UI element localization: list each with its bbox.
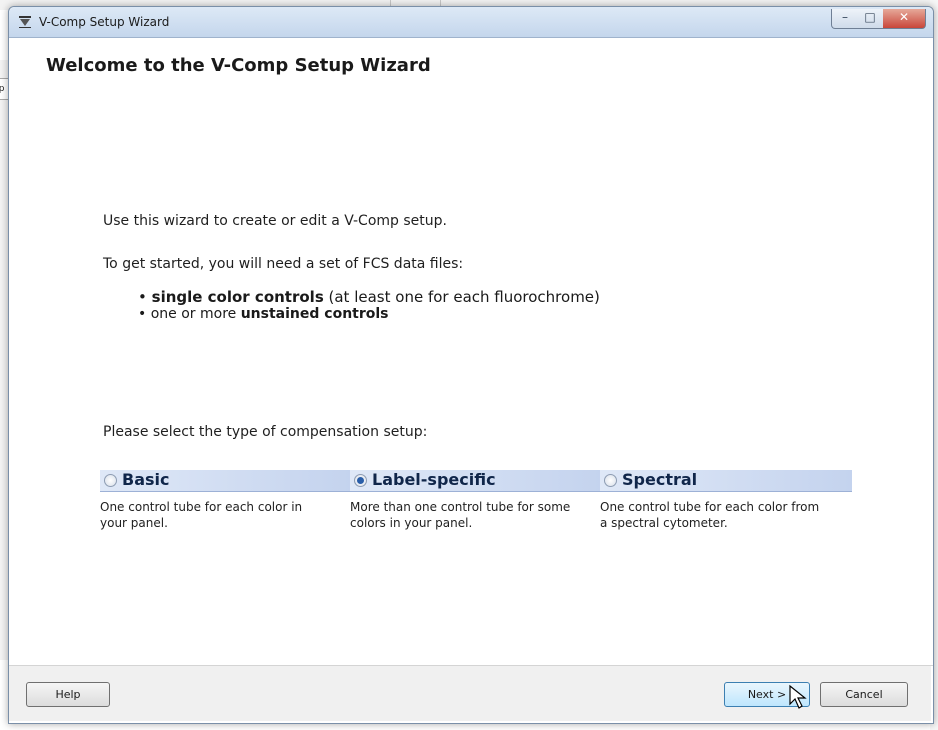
option-basic[interactable]: Basic One control tube for each color in… bbox=[100, 470, 352, 531]
mouse-cursor-icon bbox=[789, 684, 807, 709]
radio-label-specific[interactable] bbox=[354, 474, 367, 487]
option-label[interactable]: Basic bbox=[122, 470, 169, 489]
option-header[interactable]: Label-specific bbox=[350, 470, 602, 492]
page-title: Welcome to the V-Comp Setup Wizard bbox=[46, 55, 431, 76]
option-description: More than one control tube for some colo… bbox=[350, 500, 571, 530]
window-title: V-Comp Setup Wizard bbox=[39, 15, 170, 29]
cancel-button[interactable]: Cancel bbox=[820, 682, 908, 707]
close-icon: ✕ bbox=[898, 10, 910, 24]
vcomp-app-icon bbox=[19, 16, 31, 28]
intro-line-2: To get started, you will need a set of F… bbox=[103, 256, 464, 272]
option-label[interactable]: Label-specific bbox=[372, 470, 496, 489]
radio-selected-dot bbox=[357, 477, 364, 484]
minimize-icon: – bbox=[842, 10, 848, 24]
requirements-list: • single color controls (at least one fo… bbox=[138, 289, 600, 323]
option-header[interactable]: Basic bbox=[100, 470, 352, 492]
option-description: One control tube for each color in your … bbox=[100, 500, 303, 530]
bullet-text: (at least one for each fluorochrome) bbox=[323, 288, 600, 306]
option-header[interactable]: Spectral bbox=[600, 470, 852, 492]
bullet-icon: • bbox=[138, 288, 147, 306]
close-button[interactable]: ✕ bbox=[883, 9, 926, 29]
bullet-text: one or more bbox=[150, 306, 241, 322]
option-spectral[interactable]: Spectral One control tube for each color… bbox=[600, 470, 852, 531]
bullet-bold-text: single color controls bbox=[151, 288, 324, 306]
bullet-bold-text: unstained controls bbox=[240, 306, 389, 322]
list-item: • one or more unstained controls bbox=[138, 306, 600, 323]
title-bar[interactable]: V-Comp Setup Wizard – □ ✕ bbox=[9, 7, 933, 38]
list-item: • single color controls (at least one fo… bbox=[138, 289, 600, 306]
maximize-button[interactable]: □ bbox=[857, 9, 884, 29]
bullet-icon: • bbox=[138, 306, 147, 322]
select-prompt: Please select the type of compensation s… bbox=[103, 424, 428, 440]
maximize-icon: □ bbox=[864, 10, 876, 24]
help-button[interactable]: Help bbox=[26, 682, 110, 707]
background-tab-label: up bbox=[0, 84, 4, 94]
radio-spectral[interactable] bbox=[604, 474, 617, 487]
option-description: One control tube for each color from a s… bbox=[600, 500, 820, 530]
minimize-button[interactable]: – bbox=[831, 9, 859, 29]
setup-wizard-window: V-Comp Setup Wizard – □ ✕ bbox=[8, 6, 934, 724]
radio-basic[interactable] bbox=[104, 474, 117, 487]
option-label-specific[interactable]: Label-specific More than one control tub… bbox=[350, 470, 602, 531]
intro-line-1: Use this wizard to create or edit a V-Co… bbox=[103, 213, 447, 229]
option-label[interactable]: Spectral bbox=[622, 470, 697, 489]
